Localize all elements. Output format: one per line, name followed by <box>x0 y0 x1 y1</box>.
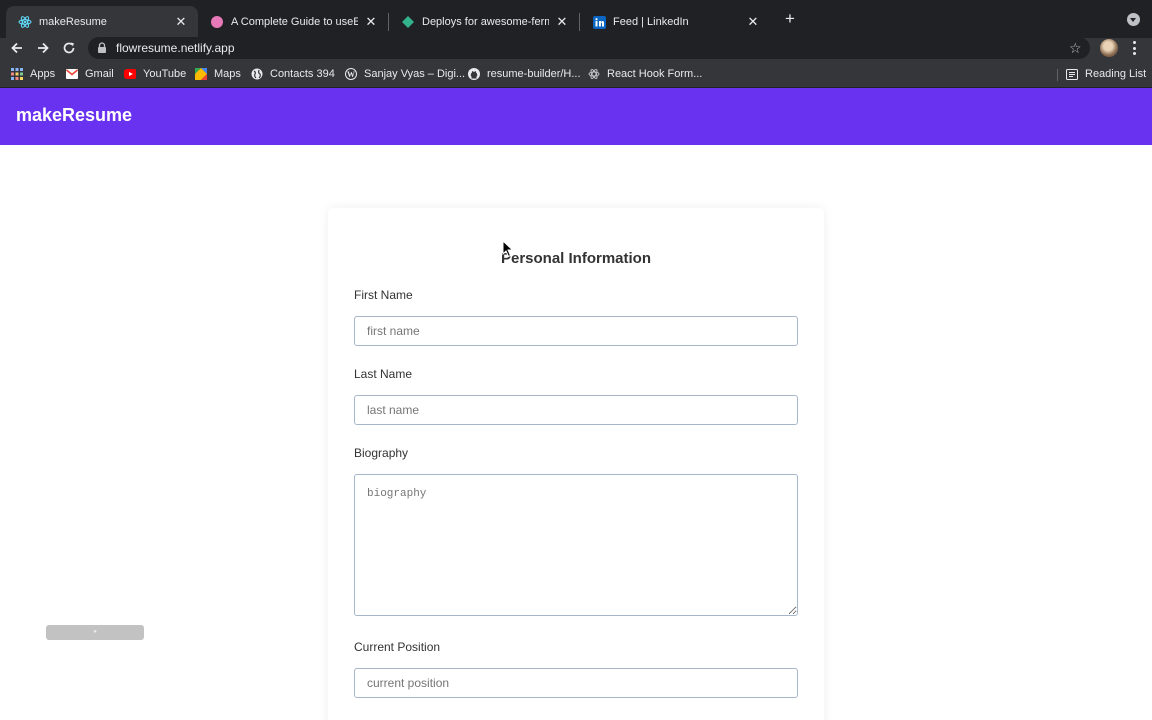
tab-makeresume[interactable]: makeResume ✕ <box>6 6 198 38</box>
bookmarks-bar: Apps Gmail YouTube Maps Contacts 394 W S… <box>0 60 1152 88</box>
lock-icon <box>96 42 108 54</box>
wordpress-icon: W <box>345 68 357 80</box>
last-name-label: Last Name <box>354 367 413 381</box>
apps-grid-icon <box>11 68 23 80</box>
browser-tab-strip: makeResume ✕ A Complete Guide to useEffe… <box>0 0 1152 38</box>
close-icon[interactable]: ✕ <box>174 14 188 30</box>
reload-button[interactable] <box>59 38 79 58</box>
linkedin-icon <box>592 15 606 29</box>
reading-list-icon <box>1066 68 1078 80</box>
more-vert-icon[interactable] <box>1130 41 1138 55</box>
address-bar[interactable]: flowresume.netlify.app <box>88 37 1090 59</box>
arrow-left-icon <box>11 42 22 54</box>
new-tab-button[interactable]: + <box>781 10 799 28</box>
github-icon <box>468 68 480 80</box>
mouse-cursor-icon <box>502 240 514 258</box>
tab-netlify-deploys[interactable]: Deploys for awesome-fermi-8f ✕ <box>389 6 579 38</box>
bookmark-label: YouTube <box>143 68 187 80</box>
forward-button[interactable] <box>33 38 53 58</box>
profile-avatar[interactable] <box>1100 39 1118 57</box>
globe-icon <box>251 68 263 80</box>
brand-logo[interactable]: makeResume <box>16 105 132 126</box>
bookmark-apps[interactable]: Apps <box>11 67 55 81</box>
bookmark-label: Contacts 394 <box>270 68 335 80</box>
tab-title: Feed | LinkedIn <box>613 16 689 28</box>
personal-info-form: Personal Information First Name Last Nam… <box>328 208 824 720</box>
youtube-icon <box>124 68 136 80</box>
bookmark-label: Maps <box>214 68 241 80</box>
gmail-icon <box>66 68 78 80</box>
bookmark-label: React Hook Form... <box>607 68 703 80</box>
url-text: flowresume.netlify.app <box>116 41 235 55</box>
arrow-right-icon <box>38 42 49 54</box>
bookmark-contacts[interactable]: Contacts 394 <box>251 67 335 81</box>
tab-title: A Complete Guide to useEffect <box>231 16 358 28</box>
bookmark-youtube[interactable]: YouTube <box>124 67 186 81</box>
form-title: Personal Information <box>500 250 652 267</box>
last-name-input[interactable] <box>354 395 798 425</box>
biography-textarea[interactable] <box>354 474 798 616</box>
current-position-label: Current Position <box>354 640 441 654</box>
back-button[interactable] <box>7 38 27 58</box>
tab-title: Deploys for awesome-fermi-8f <box>422 16 549 28</box>
svg-text:W: W <box>347 70 355 79</box>
bookmark-gmail[interactable]: Gmail <box>66 67 114 81</box>
pink-circle-icon <box>210 15 224 29</box>
reload-icon <box>63 42 75 54</box>
tab-title: makeResume <box>39 16 107 28</box>
bookmark-react-hook-form[interactable]: React Hook Form... <box>588 67 702 81</box>
biography-label: Biography <box>354 446 409 460</box>
bookmarks-divider <box>1057 69 1058 81</box>
bookmark-label: Sanjay Vyas – Digi... <box>364 68 466 80</box>
tab-useeffect-guide[interactable]: A Complete Guide to useEffect ✕ <box>198 6 388 38</box>
screen-recording-chip[interactable]: ● <box>46 625 144 640</box>
netlify-diamond-icon <box>401 15 415 29</box>
react-logo-icon <box>18 15 32 29</box>
current-position-input[interactable] <box>354 668 798 698</box>
tab-linkedin-feed[interactable]: Feed | LinkedIn ✕ <box>580 6 770 38</box>
tab-search-icon[interactable] <box>1127 13 1140 26</box>
first-name-label: First Name <box>354 288 413 302</box>
app-header: makeResume <box>0 88 1152 145</box>
bookmark-star-icon[interactable]: ☆ <box>1069 40 1082 56</box>
react-hook-form-icon <box>588 68 600 80</box>
bookmark-maps[interactable]: Maps <box>195 67 241 81</box>
reading-list-label: Reading List <box>1085 68 1147 80</box>
browser-toolbar: flowresume.netlify.app ☆ <box>0 37 1152 60</box>
first-name-input[interactable] <box>354 316 798 346</box>
close-icon[interactable]: ✕ <box>364 14 378 30</box>
bookmark-resume-builder[interactable]: resume-builder/H... <box>468 67 581 81</box>
close-icon[interactable]: ✕ <box>746 14 760 30</box>
bookmark-label: resume-builder/H... <box>487 68 581 80</box>
maps-icon <box>195 68 207 80</box>
close-icon[interactable]: ✕ <box>555 14 569 30</box>
bookmark-label: Apps <box>30 68 56 80</box>
bookmark-sanjay-vyas[interactable]: W Sanjay Vyas – Digi... <box>345 67 465 81</box>
reading-list-button[interactable]: Reading List <box>1066 67 1146 81</box>
bookmark-label: Gmail <box>85 68 114 80</box>
